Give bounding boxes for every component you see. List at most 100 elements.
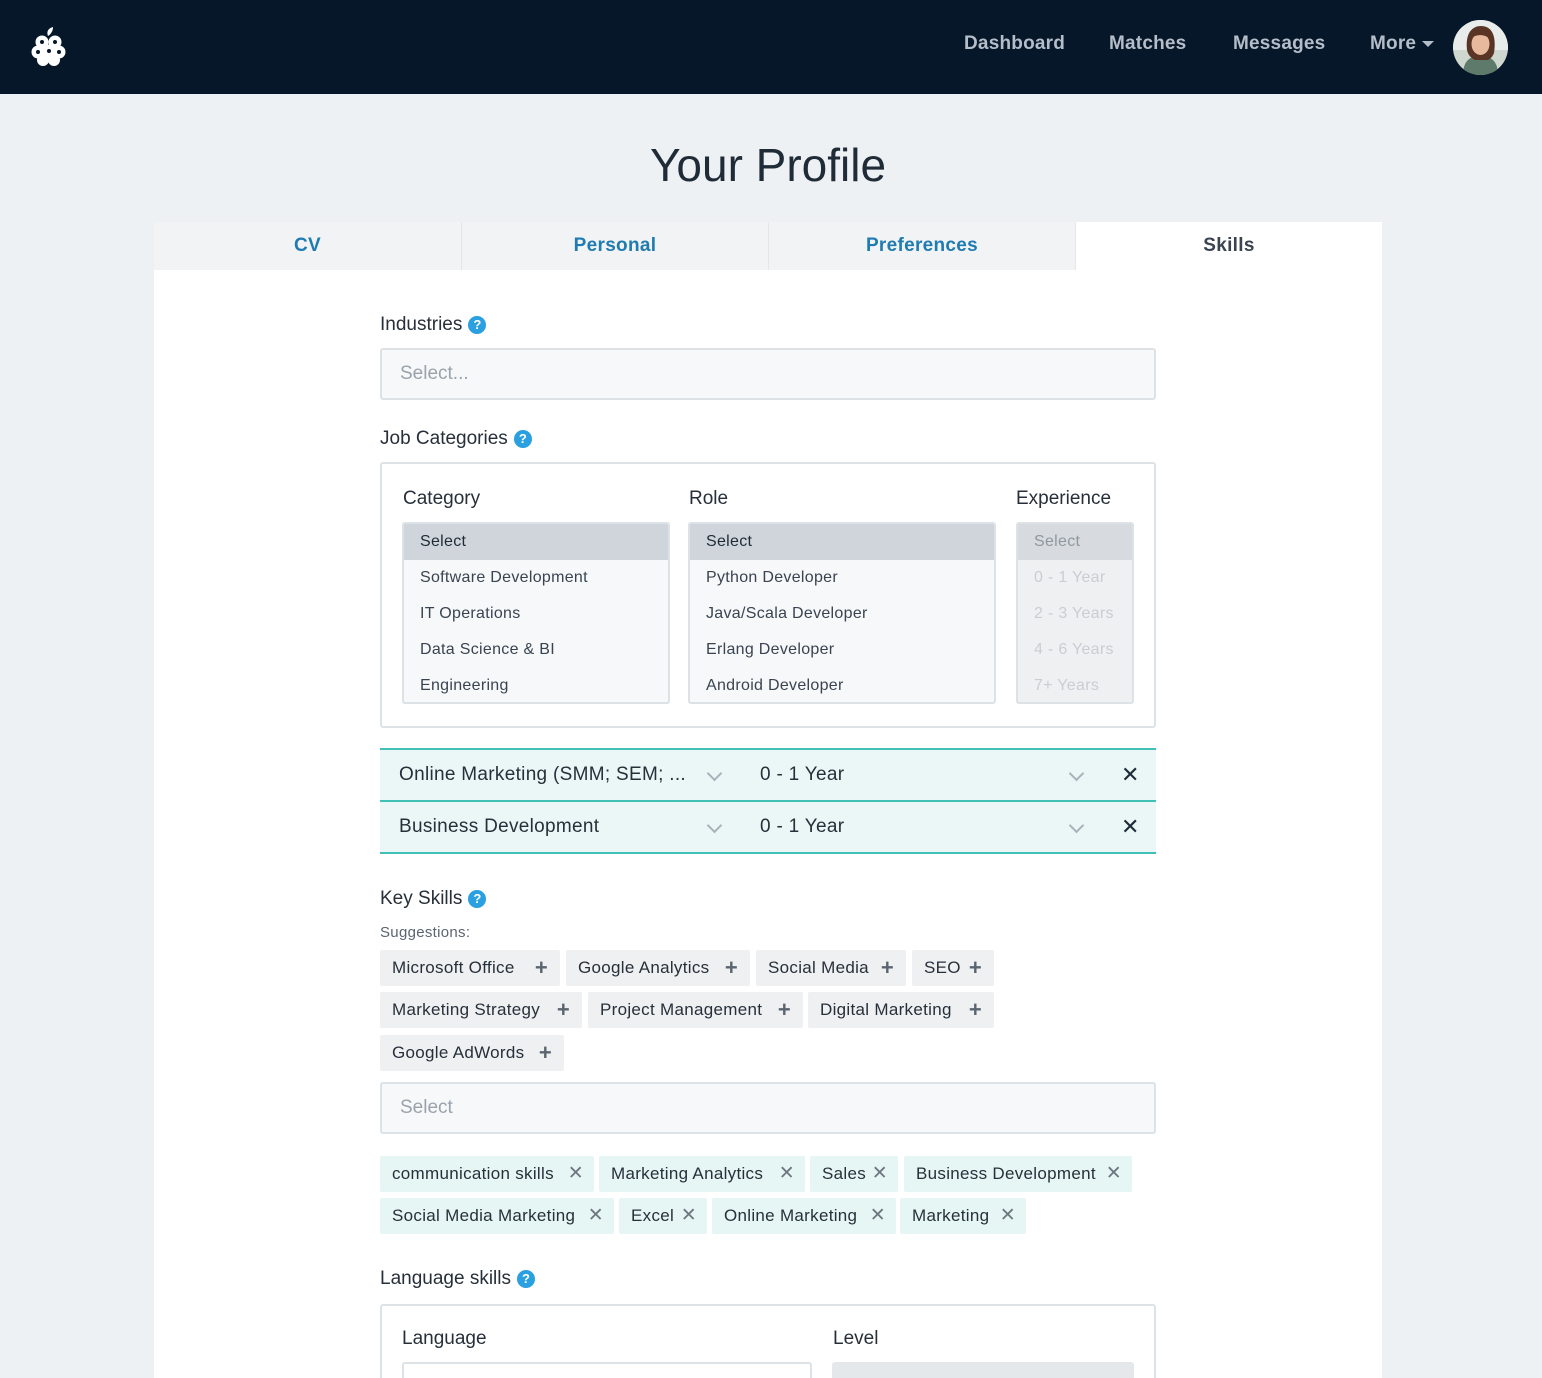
plus-icon[interactable]: + — [778, 992, 791, 1028]
skill-tag-label: Sales — [822, 1164, 867, 1183]
close-icon[interactable]: ✕ — [872, 1156, 888, 1192]
chevron-down-icon[interactable] — [706, 765, 723, 782]
skill-tag: Social Media Marketing ✕ — [380, 1198, 614, 1234]
skill-tag: communication skills ✕ — [380, 1156, 594, 1192]
category-heading: Category — [403, 488, 481, 509]
close-icon[interactable]: ✕ — [568, 1156, 584, 1192]
suggestion-chip-label: Social Media — [768, 958, 869, 977]
suggestion-chip-label: Digital Marketing — [820, 1000, 952, 1019]
plus-icon[interactable]: + — [881, 950, 894, 986]
skill-tag: Business Development ✕ — [904, 1156, 1132, 1192]
list-option: 7+ Years — [1034, 677, 1100, 694]
tab-personal[interactable]: Personal — [461, 222, 768, 270]
remove-job-category-button[interactable]: ✕ — [1121, 814, 1139, 840]
job-category-select[interactable]: Business Development — [399, 816, 599, 838]
language-skills-label-text: Language skills — [380, 1268, 511, 1289]
skill-tag-label: Online Marketing — [724, 1206, 858, 1225]
list-option[interactable]: Erlang Developer — [690, 632, 994, 668]
job-experience-select[interactable]: 0 - 1 Year — [760, 764, 844, 786]
close-icon[interactable]: ✕ — [1106, 1156, 1122, 1192]
skill-tag: Sales ✕ — [810, 1156, 898, 1192]
tab-preferences[interactable]: Preferences — [768, 222, 1075, 270]
plus-icon[interactable]: + — [557, 992, 570, 1028]
suggestion-chip[interactable]: Digital Marketing + — [808, 992, 994, 1028]
category-listbox[interactable]: Select Software Development IT Operation… — [402, 522, 670, 704]
help-icon[interactable]: ? — [468, 890, 487, 908]
top-nav-bar: Dashboard Matches Messages More — [0, 0, 1542, 94]
nav-dashboard-link[interactable]: Dashboard — [964, 33, 1065, 55]
key-skills-label-text: Key Skills — [380, 888, 463, 909]
plus-icon[interactable]: + — [725, 950, 738, 986]
job-category-row: Online Marketing (SMM; SEM; ... 0 - 1 Ye… — [380, 748, 1156, 800]
help-icon[interactable]: ? — [513, 430, 532, 448]
language-heading: Language — [402, 1328, 487, 1349]
industries-select[interactable]: Select... — [380, 348, 1156, 400]
nav-messages-link[interactable]: Messages — [1233, 33, 1325, 55]
list-option[interactable]: Python Developer — [690, 560, 994, 596]
close-icon[interactable]: ✕ — [779, 1156, 795, 1192]
list-option[interactable]: Engineering — [404, 668, 668, 702]
list-option: 2 - 3 Years — [1034, 605, 1114, 622]
help-icon[interactable]: ? — [468, 316, 487, 334]
tab-skills[interactable]: Skills — [1075, 222, 1382, 270]
skill-tag: Marketing ✕ — [900, 1198, 1026, 1234]
page-title: Your Profile — [649, 139, 887, 191]
skill-tag: Online Marketing ✕ — [712, 1198, 896, 1234]
list-option[interactable]: Select — [404, 524, 668, 560]
suggestion-chip[interactable]: Marketing Strategy + — [380, 992, 582, 1028]
level-select — [832, 1362, 1134, 1378]
chevron-down-icon[interactable] — [706, 817, 723, 834]
suggestion-chip[interactable]: Social Media + — [756, 950, 906, 986]
skill-tag: Marketing Analytics ✕ — [599, 1156, 805, 1192]
suggestion-chip[interactable]: SEO + — [912, 950, 994, 986]
plus-icon[interactable]: + — [535, 950, 548, 986]
job-experience-select[interactable]: 0 - 1 Year — [760, 816, 844, 838]
list-option[interactable]: Software Development — [404, 560, 668, 596]
plus-icon[interactable]: + — [539, 1035, 552, 1071]
list-option: 4 - 6 Years — [1034, 641, 1114, 658]
user-avatar[interactable] — [1453, 20, 1508, 75]
suggestion-chip-label: Project Management — [600, 1000, 763, 1019]
suggestion-chip[interactable]: Google Analytics + — [566, 950, 750, 986]
list-option[interactable]: IT Operations — [404, 596, 668, 632]
list-option[interactable]: Select — [690, 524, 994, 560]
caret-down-icon[interactable] — [1422, 41, 1434, 47]
suggestion-chip[interactable]: Microsoft Office + — [380, 950, 560, 986]
key-skills-label: Key Skills? — [380, 888, 487, 910]
chevron-down-icon[interactable] — [1068, 765, 1085, 782]
suggestion-chip[interactable]: Google AdWords + — [380, 1035, 564, 1071]
chevron-down-icon[interactable] — [1068, 817, 1085, 834]
job-category-select[interactable]: Online Marketing (SMM; SEM; ... — [399, 764, 686, 786]
close-icon[interactable]: ✕ — [681, 1198, 697, 1234]
job-category-row: Business Development 0 - 1 Year ✕ — [380, 800, 1156, 854]
key-skills-select[interactable]: Select — [380, 1082, 1156, 1134]
skill-tag-label: Marketing — [912, 1206, 990, 1225]
suggestion-chip-label: Google AdWords — [392, 1043, 525, 1062]
industries-label-text: Industries — [380, 314, 463, 335]
nav-more-link[interactable]: More — [1370, 33, 1416, 55]
plus-icon[interactable]: + — [969, 950, 982, 986]
experience-heading: Experience — [1016, 488, 1112, 509]
list-option[interactable]: Android Developer — [690, 668, 994, 702]
close-icon[interactable]: ✕ — [588, 1198, 604, 1234]
profile-tabs: CV Personal Preferences Skills — [154, 222, 1382, 270]
list-option[interactable]: Java/Scala Developer — [690, 596, 994, 632]
suggestion-chip[interactable]: Project Management + — [588, 992, 803, 1028]
raspberry-logo-icon[interactable] — [30, 26, 68, 68]
help-icon[interactable]: ? — [516, 1270, 535, 1288]
role-heading: Role — [689, 488, 729, 509]
list-option: 0 - 1 Year — [1034, 569, 1106, 586]
close-icon[interactable]: ✕ — [1000, 1198, 1016, 1234]
job-categories-label: Job Categories? — [380, 428, 532, 450]
language-select[interactable] — [402, 1362, 812, 1378]
tab-cv[interactable]: CV — [154, 222, 461, 270]
role-listbox[interactable]: Select Python Developer Java/Scala Devel… — [688, 522, 996, 704]
plus-icon[interactable]: + — [969, 992, 982, 1028]
list-option[interactable]: Data Science & BI — [404, 632, 668, 668]
suggestion-chip-label: Google Analytics — [578, 958, 710, 977]
skill-tag-label: Social Media Marketing — [392, 1206, 576, 1225]
nav-matches-link[interactable]: Matches — [1109, 33, 1186, 55]
close-icon[interactable]: ✕ — [870, 1198, 886, 1234]
skill-tag: Excel ✕ — [619, 1198, 707, 1234]
remove-job-category-button[interactable]: ✕ — [1121, 762, 1139, 788]
